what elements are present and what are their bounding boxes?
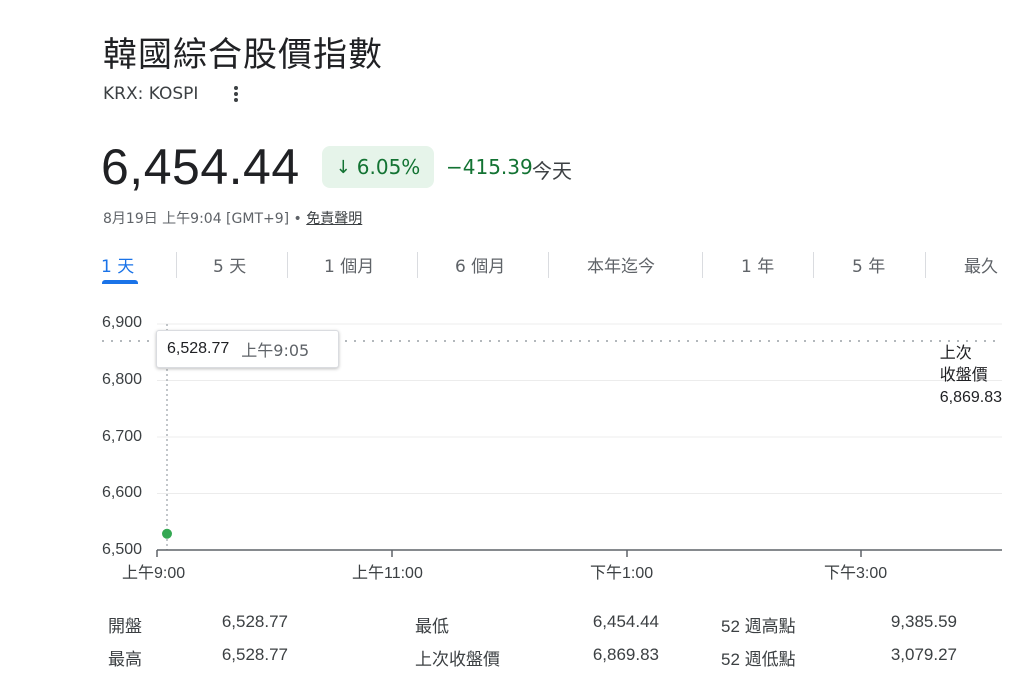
tab-divider [417,252,418,278]
more-options-icon[interactable] [228,84,244,106]
range-tabs: 1 天 5 天 1 個月 6 個月 本年迄今 1 年 5 年 最久 [101,252,1006,286]
x-tick-label: 上午11:00 [352,565,423,582]
y-tick-label: 6,500 [102,541,143,558]
tooltip-time: 上午9:05 [241,341,310,360]
current-price: 6,454.44 [101,139,300,195]
percent-change-value: 6.05% [356,155,421,179]
y-tick-label: 6,900 [102,314,143,331]
tab-1-year[interactable]: 1 年 [741,252,774,277]
stat-low-value: 6,454.44 [592,612,659,631]
tab-divider [813,252,814,278]
stat-high-label: 最高 [108,650,142,669]
tab-max[interactable]: 最久 [964,252,998,277]
timestamp: 8月19日 上午9:04 [GMT+9] • [103,211,302,227]
data-point[interactable] [162,528,172,539]
tab-1-month[interactable]: 1 個月 [324,252,374,277]
tab-divider [287,252,288,278]
ticker-symbol: KRX: KOSPI [103,84,199,104]
tab-divider [702,252,703,278]
change-period: 今天 [532,159,572,183]
chart-points [162,528,172,539]
tab-5-days[interactable]: 5 天 [213,252,246,277]
arrow-down-icon: ↓ [335,156,351,178]
y-tick-label: 6,700 [102,428,143,445]
previous-close-annotation: 上次 收盤價 6,869.83 [940,343,1002,409]
previous-close-value: 6,869.83 [939,389,1002,406]
stat-high-value: 6,528.77 [221,645,288,664]
stat-open-value: 6,528.77 [221,612,288,631]
tab-divider [548,252,549,278]
price-chart[interactable] [0,300,1024,560]
tab-6-months[interactable]: 6 個月 [455,252,505,277]
timestamp-line: 8月19日 上午9:04 [GMT+9] • 免責聲明 [103,208,362,228]
stat-open-label: 開盤 [108,617,142,636]
y-tick-label: 6,600 [102,484,143,501]
previous-close-label: 收盤價 [939,367,988,384]
active-tab-indicator [102,280,138,284]
percent-change-badge: ↓ 6.05% [322,146,434,188]
x-tick-label: 上午9:00 [122,565,186,582]
disclaimer-link[interactable]: 免責聲明 [306,211,362,227]
tab-divider [176,252,177,278]
stat-low-label: 最低 [415,617,449,636]
stat-52w-low-value: 3,079.27 [890,645,957,664]
page-title: 韓國綜合股價指數 [103,35,383,75]
stat-prev-close-value: 6,869.83 [592,645,659,664]
stat-prev-close-label: 上次收盤價 [415,650,500,669]
x-tick-label: 下午1:00 [590,565,654,582]
x-axis-ticks [156,550,862,557]
stat-52w-high-label: 52 週高點 [721,617,796,636]
stat-52w-low-label: 52 週低點 [721,650,796,669]
tab-ytd[interactable]: 本年迄今 [587,252,655,277]
stat-52w-high-value: 9,385.59 [890,612,957,631]
previous-close-label: 上次 [939,345,972,362]
tab-1-day[interactable]: 1 天 [101,252,134,277]
tab-5-years[interactable]: 5 年 [852,252,885,277]
y-tick-label: 6,800 [102,371,143,388]
tab-divider [925,252,926,278]
tooltip-value: 6,528.77 [167,340,230,357]
x-tick-label: 下午3:00 [824,565,888,582]
absolute-change: −415.39 [446,155,533,179]
chart-tooltip: 6,528.77 上午9:05 [156,330,339,368]
